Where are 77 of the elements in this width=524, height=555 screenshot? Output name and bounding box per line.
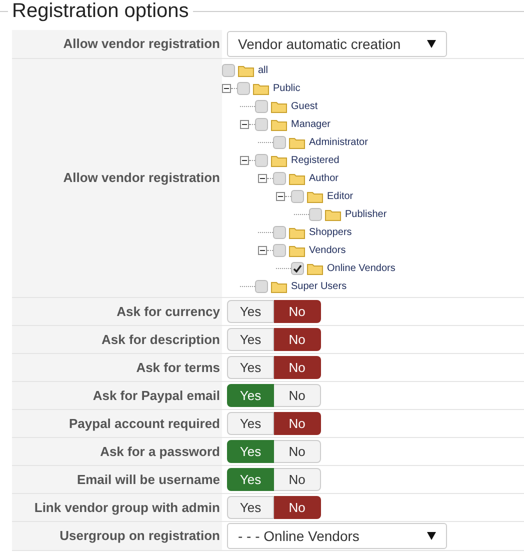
toggle-option[interactable]: No bbox=[274, 356, 321, 379]
field-label: Ask for a password bbox=[100, 442, 220, 461]
folder-icon bbox=[253, 82, 269, 94]
field-label: Link vendor group with admin bbox=[34, 498, 220, 517]
collapse-icon[interactable] bbox=[258, 174, 267, 182]
checkbox[interactable] bbox=[222, 64, 235, 76]
collapse-icon[interactable] bbox=[258, 246, 267, 254]
toggle-option[interactable]: No bbox=[274, 496, 321, 519]
tree-item-label[interactable]: Author bbox=[309, 170, 338, 186]
field-label: Ask for terms bbox=[136, 358, 220, 377]
toggle-option[interactable]: Yes bbox=[227, 356, 274, 379]
checkbox[interactable] bbox=[255, 118, 268, 130]
section-title: Registration options bbox=[12, 0, 189, 22]
folder-icon bbox=[289, 244, 305, 256]
tree-item-label[interactable]: Shoppers bbox=[309, 224, 352, 240]
checkbox[interactable] bbox=[291, 190, 304, 202]
field-label: Ask for description bbox=[102, 330, 220, 349]
tree-item-label[interactable]: Super Users bbox=[291, 278, 347, 294]
tree-item-label[interactable]: Public bbox=[273, 80, 300, 96]
folder-icon bbox=[271, 118, 287, 130]
folder-icon bbox=[238, 64, 254, 76]
toggle-option[interactable]: Yes bbox=[227, 468, 274, 491]
toggle-option[interactable]: No bbox=[274, 384, 321, 407]
tree-item-label[interactable]: Manager bbox=[291, 116, 330, 132]
toggle-option[interactable]: No bbox=[274, 328, 321, 351]
field-label: Usergroup on registration bbox=[60, 527, 220, 546]
field-label: Ask for Paypal email bbox=[92, 386, 220, 405]
field-label: Email will be username bbox=[76, 470, 220, 489]
folder-icon bbox=[325, 208, 341, 220]
tree-item-label[interactable]: Editor bbox=[327, 188, 354, 204]
tree-item-label[interactable]: Vendors bbox=[309, 242, 346, 258]
folder-icon bbox=[271, 280, 287, 292]
tree-item-label[interactable]: Guest bbox=[291, 98, 318, 114]
collapse-icon[interactable] bbox=[240, 156, 249, 164]
select-field[interactable]: Vendor automatic creation bbox=[227, 31, 447, 57]
toggle-option[interactable]: No bbox=[274, 468, 321, 491]
tree-item-label[interactable]: all bbox=[258, 62, 268, 78]
toggle-option[interactable]: Yes bbox=[227, 496, 274, 519]
checkbox[interactable] bbox=[255, 100, 268, 112]
folder-icon bbox=[289, 226, 305, 238]
checkbox[interactable] bbox=[255, 280, 268, 292]
checkbox[interactable] bbox=[291, 262, 304, 274]
tree-item-label[interactable]: Registered bbox=[291, 152, 340, 168]
checkbox[interactable] bbox=[273, 226, 286, 238]
tree-item-label[interactable]: Administrator bbox=[309, 134, 368, 150]
toggle-option[interactable]: Yes bbox=[227, 384, 274, 407]
toggle-option[interactable]: Yes bbox=[227, 300, 274, 323]
checkbox[interactable] bbox=[255, 154, 268, 166]
select-field[interactable]: - - - Online Vendors bbox=[227, 523, 447, 549]
checkbox[interactable] bbox=[273, 172, 286, 184]
tree-item-label[interactable]: Online Vendors bbox=[327, 260, 396, 276]
toggle-option[interactable]: Yes bbox=[227, 440, 274, 463]
field-label: Allow vendor registration bbox=[63, 35, 220, 54]
caret-icon bbox=[427, 532, 436, 540]
caret-icon bbox=[427, 40, 436, 48]
folder-icon bbox=[289, 172, 305, 184]
tree-item-label[interactable]: Publisher bbox=[345, 206, 387, 222]
folder-icon bbox=[289, 136, 305, 148]
folder-icon bbox=[307, 190, 323, 202]
folder-icon bbox=[307, 262, 323, 274]
toggle-option[interactable]: No bbox=[274, 440, 321, 463]
field-label: Paypal account required bbox=[69, 414, 220, 433]
collapse-icon[interactable] bbox=[276, 192, 285, 200]
checkbox[interactable] bbox=[273, 244, 286, 256]
collapse-icon[interactable] bbox=[222, 84, 231, 92]
checkbox[interactable] bbox=[309, 208, 322, 220]
folder-icon bbox=[271, 154, 287, 166]
toggle-option[interactable]: No bbox=[274, 300, 321, 323]
field-label: Allow vendor registration bbox=[63, 169, 220, 188]
toggle-option[interactable]: Yes bbox=[227, 328, 274, 351]
folder-icon bbox=[271, 100, 287, 112]
checkbox[interactable] bbox=[237, 82, 250, 94]
collapse-icon[interactable] bbox=[240, 120, 249, 128]
toggle-option[interactable]: Yes bbox=[227, 412, 274, 435]
field-label: Ask for currency bbox=[116, 302, 220, 321]
toggle-option[interactable]: No bbox=[274, 412, 321, 435]
checkbox[interactable] bbox=[273, 136, 286, 148]
